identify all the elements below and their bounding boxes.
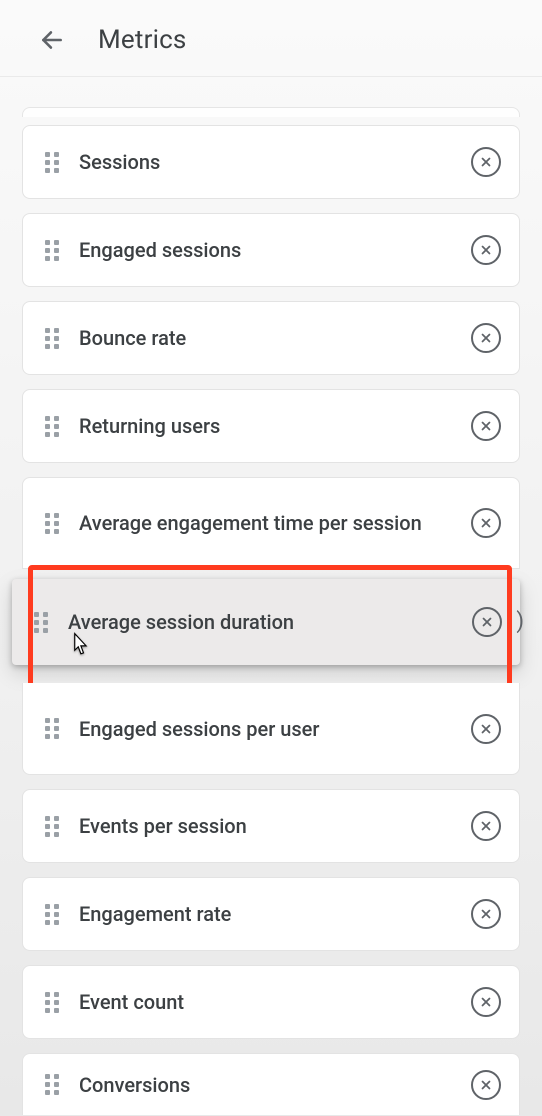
- metric-label: Bounce rate: [79, 325, 453, 351]
- close-icon: [479, 819, 493, 833]
- drag-handle-icon[interactable]: [43, 815, 61, 837]
- remove-button[interactable]: [471, 987, 501, 1017]
- drag-handle-icon[interactable]: [43, 415, 61, 437]
- close-icon: [480, 615, 494, 629]
- close-icon: [479, 907, 493, 921]
- back-button[interactable]: [34, 22, 70, 58]
- metric-item-engaged-sessions[interactable]: Engaged sessions: [22, 213, 520, 287]
- metric-item-avg-engagement-time[interactable]: Average engagement time per session: [22, 477, 520, 569]
- metric-label: Event count: [79, 989, 453, 1015]
- close-icon: [479, 1078, 493, 1092]
- metric-label: Engaged sessions: [79, 237, 453, 263]
- remove-button[interactable]: [471, 235, 501, 265]
- metric-label: Conversions: [79, 1072, 453, 1098]
- metric-item-returning-users[interactable]: Returning users: [22, 389, 520, 463]
- drag-handle-icon[interactable]: [43, 512, 61, 534]
- close-icon: [479, 331, 493, 345]
- drag-handle-icon[interactable]: [43, 903, 61, 925]
- remove-button[interactable]: [471, 323, 501, 353]
- metric-label: Engagement rate: [79, 901, 453, 927]
- metric-label: Sessions: [79, 149, 453, 175]
- list-top-edge: [22, 107, 520, 117]
- metric-label: Average engagement time per session: [79, 510, 453, 536]
- metric-item-bounce-rate[interactable]: Bounce rate: [22, 301, 520, 375]
- metric-item-engagement-rate[interactable]: Engagement rate: [22, 877, 520, 951]
- remove-button[interactable]: [471, 508, 501, 538]
- close-icon: [479, 419, 493, 433]
- remove-button[interactable]: [471, 147, 501, 177]
- drag-handle-icon[interactable]: [43, 151, 61, 173]
- drag-handle-icon[interactable]: [43, 1074, 61, 1096]
- metric-item-engaged-sessions-per-user[interactable]: Engaged sessions per user: [22, 683, 520, 775]
- metrics-list: Sessions Engaged sessions Bounce rate Re…: [0, 77, 542, 1115]
- remove-button[interactable]: [471, 1070, 501, 1100]
- metric-label: Returning users: [79, 413, 453, 439]
- drag-handle-icon[interactable]: [32, 611, 50, 633]
- panel-title: Metrics: [98, 25, 187, 55]
- close-icon: [479, 516, 493, 530]
- metric-item-avg-session-duration[interactable]: Average session duration ): [12, 579, 520, 665]
- drag-handle-icon[interactable]: [43, 718, 61, 740]
- remove-button[interactable]: [471, 411, 501, 441]
- close-icon: [479, 722, 493, 736]
- metric-label: Events per session: [79, 813, 453, 839]
- close-icon: [479, 995, 493, 1009]
- metric-item-conversions[interactable]: Conversions: [22, 1053, 520, 1115]
- remove-button[interactable]: [471, 714, 501, 744]
- drag-handle-icon[interactable]: [43, 991, 61, 1013]
- drag-slot: Average session duration ): [22, 583, 520, 683]
- remove-button[interactable]: [471, 899, 501, 929]
- arrow-left-icon: [39, 27, 65, 53]
- remove-button[interactable]: [471, 811, 501, 841]
- close-icon: [479, 155, 493, 169]
- close-icon: [479, 243, 493, 257]
- metric-label: Engaged sessions per user: [79, 716, 453, 742]
- metric-item-events-per-session[interactable]: Events per session: [22, 789, 520, 863]
- metrics-panel: Metrics Sessions Engaged sessions Bounce…: [0, 0, 542, 1116]
- panel-header: Metrics: [0, 0, 542, 77]
- drag-handle-icon[interactable]: [43, 239, 61, 261]
- remove-button[interactable]: [472, 607, 502, 637]
- drag-handle-icon[interactable]: [43, 327, 61, 349]
- stray-paren-glyph: ): [516, 609, 524, 634]
- metric-label: Average session duration: [68, 609, 454, 635]
- metric-item-sessions[interactable]: Sessions: [22, 125, 520, 199]
- metric-item-event-count[interactable]: Event count: [22, 965, 520, 1039]
